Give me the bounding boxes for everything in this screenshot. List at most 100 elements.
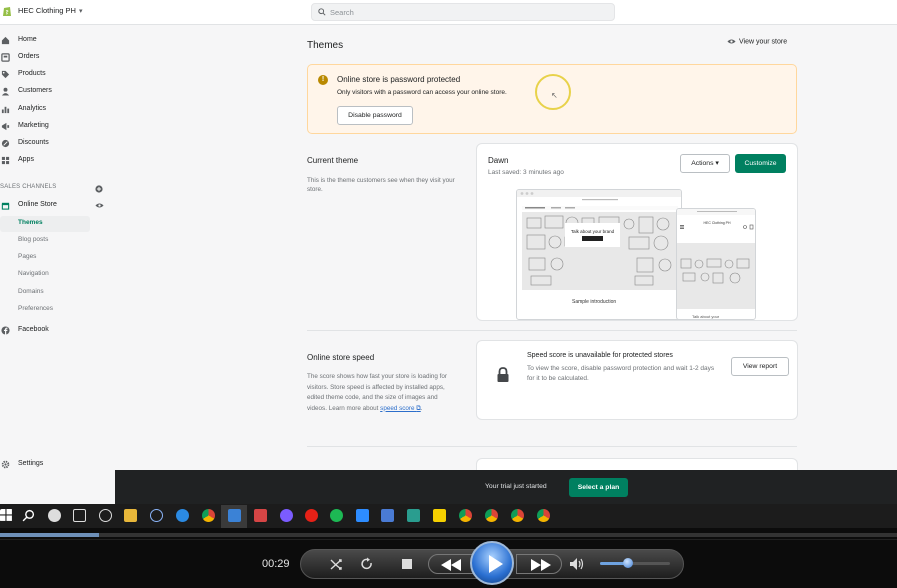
sticky-notes-icon[interactable] xyxy=(433,509,446,522)
store-icon xyxy=(1,202,10,210)
speed-description: The score shows how fast your store is l… xyxy=(307,373,447,412)
preview-mobile-caption: Talk about your xyxy=(692,314,720,319)
external-link-icon: ⧉ xyxy=(416,404,421,412)
search-icon[interactable] xyxy=(22,509,35,522)
sidebar-item-discounts[interactable]: Discounts xyxy=(0,136,115,152)
play-icon xyxy=(489,555,503,573)
sidebar-item-marketing[interactable]: Marketing xyxy=(0,119,115,135)
eye-icon xyxy=(727,39,736,44)
youtube-icon[interactable] xyxy=(305,509,318,522)
sidebar-item-pages[interactable]: Pages xyxy=(0,250,115,266)
messenger-icon[interactable] xyxy=(280,509,293,522)
spotify-icon[interactable] xyxy=(330,509,343,522)
select-plan-button[interactable]: Select a plan xyxy=(569,478,628,497)
disable-password-button[interactable]: Disable password xyxy=(337,106,413,125)
home-icon xyxy=(1,36,10,45)
repeat-icon[interactable] xyxy=(360,557,374,571)
volume-slider-handle[interactable] xyxy=(623,558,633,568)
app-icon[interactable] xyxy=(150,509,163,522)
sidebar-item-home[interactable]: Home xyxy=(0,33,115,49)
customize-button[interactable]: Customize xyxy=(735,154,786,173)
task-view-icon[interactable] xyxy=(73,509,86,522)
previous-button[interactable] xyxy=(428,554,474,574)
sidebar-item-facebook[interactable]: Facebook xyxy=(0,323,115,339)
sidebar-item-label: Discounts xyxy=(18,139,49,146)
tag-icon xyxy=(1,70,10,79)
sidebar-item-navigation[interactable]: Navigation xyxy=(0,267,115,283)
app-icon[interactable] xyxy=(254,509,267,522)
edge-icon[interactable] xyxy=(176,509,189,522)
chrome-icon[interactable] xyxy=(537,509,550,522)
speed-card-text: To view the score, disable password prot… xyxy=(527,365,715,382)
sidebar-item-themes[interactable]: Themes xyxy=(0,216,90,232)
gear-icon xyxy=(1,460,10,469)
shuffle-icon[interactable] xyxy=(329,557,343,571)
sidebar-item-analytics[interactable]: Analytics xyxy=(0,102,115,118)
speed-score-link-label: speed score xyxy=(380,404,415,412)
section-divider xyxy=(307,330,797,331)
rewind-icon xyxy=(441,559,461,571)
zoom-icon[interactable] xyxy=(356,509,369,522)
sidebar-item-preferences[interactable]: Preferences xyxy=(0,302,115,318)
chrome-icon[interactable] xyxy=(485,509,498,522)
banner-text: Only visitors with a password can access… xyxy=(337,89,507,96)
windows-start-icon[interactable] xyxy=(0,509,13,522)
chrome-icon[interactable] xyxy=(202,509,215,522)
chrome-icon[interactable] xyxy=(511,509,524,522)
current-theme-description: This is the theme customers see when the… xyxy=(307,177,455,193)
folder-icon[interactable] xyxy=(124,509,137,522)
chevron-down-icon: ▾ xyxy=(715,160,719,167)
top-bar: HEC Clothing PH ▾ Search xyxy=(0,0,897,25)
speed-description-text: The score shows how fast your store is l… xyxy=(307,373,447,412)
stop-icon[interactable] xyxy=(401,557,413,571)
view-report-button[interactable]: View report xyxy=(731,357,789,376)
view-store-label: View your store xyxy=(739,38,788,46)
section-divider xyxy=(307,446,797,447)
mobile-preview-graphic xyxy=(677,209,755,309)
view-store-link[interactable]: View your store xyxy=(727,38,787,45)
sidebar-item-products[interactable]: Products xyxy=(0,67,115,83)
fast-forward-icon xyxy=(531,559,551,571)
clock-icon[interactable] xyxy=(99,509,112,522)
play-button[interactable] xyxy=(470,541,514,585)
chevron-down-icon[interactable]: ▾ xyxy=(79,7,83,15)
trial-bar: Your trial just started Select a plan xyxy=(115,470,897,504)
sidebar-item-label: Apps xyxy=(18,156,34,163)
sidebar-subitem-label: Blog posts xyxy=(18,236,49,243)
sidebar-item-apps[interactable]: Apps xyxy=(0,153,115,169)
actions-dropdown-button[interactable]: Actions ▾ xyxy=(680,154,730,173)
sidebar-item-blog-posts[interactable]: Blog posts xyxy=(0,233,115,249)
facebook-icon xyxy=(1,326,10,335)
search-icon xyxy=(318,8,326,16)
media-player: 00:29 xyxy=(0,528,897,588)
bar-chart-icon xyxy=(1,106,10,114)
seek-bar-progress xyxy=(0,533,99,537)
sidebar-item-settings[interactable]: Settings xyxy=(0,456,115,472)
preview-brand-banner: Talk about your brand xyxy=(565,223,620,247)
eye-icon[interactable] xyxy=(95,202,104,209)
speed-score-link[interactable]: speed score ⧉ xyxy=(380,405,421,412)
search-input[interactable]: Search xyxy=(311,3,615,21)
seek-bar[interactable] xyxy=(0,533,897,537)
app-icon[interactable] xyxy=(48,509,61,522)
sidebar-item-domains[interactable]: Domains xyxy=(0,285,115,301)
sales-channels-heading: SALES CHANNELS xyxy=(0,184,57,190)
store-name[interactable]: HEC Clothing PH xyxy=(18,6,76,15)
banner-title: Online store is password protected xyxy=(337,75,461,84)
sidebar-subitem-label: Preferences xyxy=(18,305,54,312)
sidebar-item-orders[interactable]: Orders xyxy=(0,50,115,66)
sidebar-subitem-label: Pages xyxy=(18,253,37,260)
chrome-icon[interactable] xyxy=(459,509,472,522)
sidebar-item-label: Marketing xyxy=(18,122,49,129)
volume-icon[interactable] xyxy=(569,557,585,571)
app-icon[interactable] xyxy=(228,509,241,522)
sidebar-item-customers[interactable]: Customers xyxy=(0,84,115,100)
preview-mobile-store-name: HEC Clothing PH xyxy=(703,221,731,225)
app-icon[interactable] xyxy=(381,509,394,522)
app-icon[interactable] xyxy=(407,509,420,522)
add-circle-icon[interactable] xyxy=(95,185,103,193)
next-button[interactable] xyxy=(516,554,562,574)
sidebar-subitem-label: Themes xyxy=(18,219,43,226)
warning-icon: ! xyxy=(318,75,328,85)
page-title: Themes xyxy=(307,40,344,51)
